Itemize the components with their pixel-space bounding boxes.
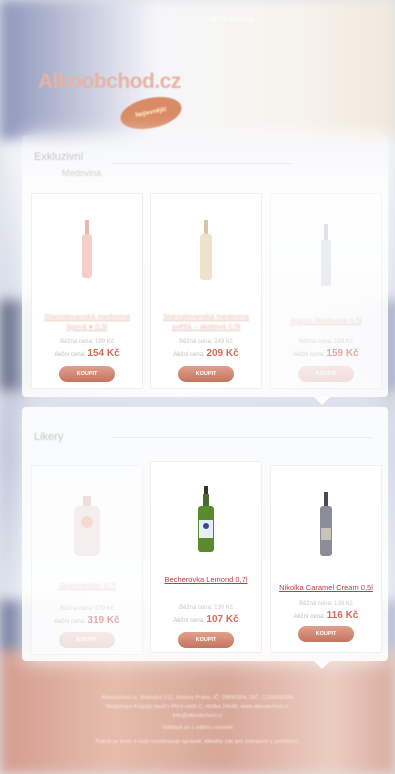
sale-price-line: Akční cena: 159 Kč [293, 348, 359, 359]
footer-address: Alkoobchod.cz, Nádražní 212, Nebory Prah… [101, 695, 294, 701]
section-likery: Likery Jägermeister 0,7l Běžná cena: 379… [22, 407, 388, 669]
sale-price-line: Akční cena: 107 Kč [173, 614, 239, 625]
sale-price: 154 Kč [87, 348, 120, 359]
sale-price: 107 Kč [206, 614, 239, 625]
regular-price: Běžná cena: 379 Kč [60, 606, 114, 612]
buy-button[interactable]: KOUPIT [298, 626, 354, 642]
product-card[interactable]: Staroslovanská medovina světlá – akátová… [150, 193, 262, 389]
view-in-browser-link[interactable]: Pokud se tento e-mail nezobrazuje správn… [40, 738, 355, 747]
speech-caret [314, 397, 330, 405]
footer-registration: Registrace Krajský soud v Plzni oddíl C,… [106, 704, 289, 710]
product-name[interactable]: Staroslovanská medovina lipová ● 0,5l [36, 312, 138, 332]
bottle-image[interactable] [80, 220, 94, 278]
bottle-image[interactable] [319, 224, 333, 286]
section-title: Likery [34, 431, 64, 443]
logo[interactable]: Alkoobchod.cz [38, 70, 181, 94]
product-name[interactable]: Staroslovanská medovina světlá – akátová… [155, 312, 257, 332]
sale-price-line: Akční cena: 209 Kč [173, 348, 239, 359]
sale-price: 116 Kč [326, 610, 359, 621]
section-subtitle: Medovina [62, 168, 102, 178]
speech-caret [314, 661, 330, 669]
regular-price: Běžná cena: 189 Kč [299, 339, 353, 345]
section-medovina: Exkluzivní Medovina Staroslovanská medov… [22, 135, 388, 405]
product-name[interactable]: Jägermeister 0,7l [36, 581, 138, 591]
regular-price: Běžná cena: 139 Kč [299, 601, 353, 607]
bottle-image[interactable] [72, 496, 102, 556]
product-name[interactable]: Nikolka Caramel Cream 0,5l [275, 583, 377, 593]
product-name[interactable]: Apicus Medovina 0,5l [275, 316, 377, 326]
bottle-image[interactable] [196, 486, 216, 552]
sale-price: 159 Kč [326, 348, 359, 359]
regular-price: Běžná cena: 249 Kč [179, 339, 233, 345]
section-title: Exkluzivní [34, 151, 84, 163]
product-card[interactable]: Nikolka Caramel Cream 0,5l Běžná cena: 1… [270, 465, 382, 653]
regular-price: Běžná cena: 130 Kč [179, 605, 233, 611]
buy-button[interactable]: KOUPIT [298, 366, 354, 382]
footer-email[interactable]: info@alkoobchod.cz [40, 712, 355, 721]
sale-price-line: Akční cena: 116 Kč [293, 610, 359, 621]
product-card[interactable]: Apicus Medovina 0,5l Běžná cena: 189 Kč … [270, 193, 382, 389]
sale-price: 209 Kč [206, 348, 239, 359]
regular-price: Běžná cena: 189 Kč [60, 339, 114, 345]
product-name[interactable]: Becherovka Lemond 0,7l [155, 575, 257, 585]
header-top-text[interactable]: Akční nabídky [210, 16, 254, 23]
sale-price: 319 Kč [87, 615, 120, 626]
bottle-image[interactable] [317, 492, 335, 556]
bottle-image[interactable] [198, 220, 214, 280]
sale-price-line: Akční cena: 319 Kč [54, 615, 120, 626]
product-card[interactable]: Jägermeister 0,7l Běžná cena: 379 Kč Akč… [31, 465, 143, 655]
product-card[interactable]: Staroslovanská medovina lipová ● 0,5l Bě… [31, 193, 143, 389]
buy-button[interactable]: KOUPIT [59, 632, 115, 648]
buy-button[interactable]: KOUPIT [178, 632, 234, 648]
buy-button[interactable]: KOUPIT [178, 366, 234, 382]
buy-button[interactable]: KOUPIT [59, 366, 115, 382]
product-card[interactable]: Becherovka Lemond 0,7l Běžná cena: 130 K… [150, 461, 262, 653]
sale-price-line: Akční cena: 154 Kč [54, 348, 120, 359]
unsubscribe-link[interactable]: Odhlásit se z odběru novinek [40, 724, 355, 733]
